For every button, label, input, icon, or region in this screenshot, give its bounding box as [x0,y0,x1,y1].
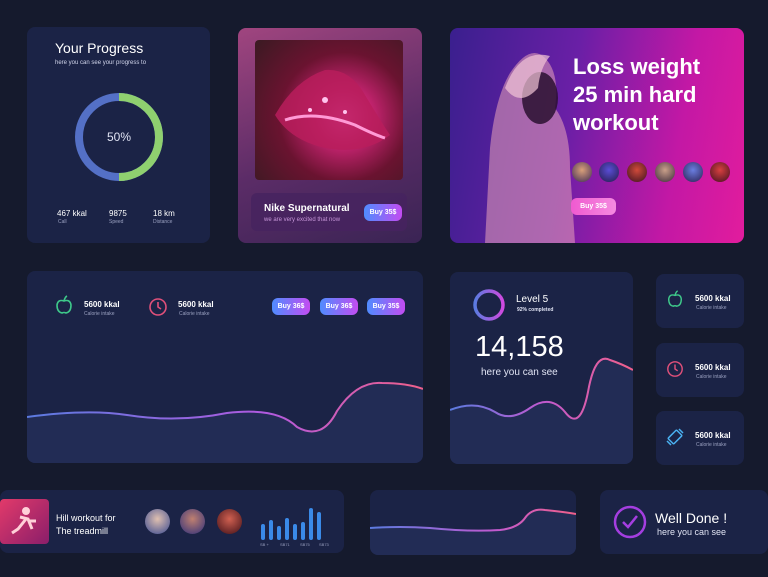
workout-axis-label: SB75 [300,542,310,547]
well-done-title: Well Done ! [655,510,728,526]
stat-calories-value: 467 kkal [57,209,87,218]
stat-calories-label: Call [58,219,67,225]
avatar[interactable] [217,509,242,534]
mini-value: 5600 kkal [695,431,731,440]
mini-value: 5600 kkal [695,294,731,303]
mini-label: Calorie intake [696,305,727,311]
avatar[interactable] [145,509,170,534]
well-done-card: Well Done ! here you can see [600,490,768,554]
mini-label: Calorie intake [696,374,727,380]
wave-card [370,490,576,555]
product-tagline: we are very excited that now [264,217,341,223]
promo-title-line2: 25 min hard [573,82,697,107]
mini-label: Calorie intake [696,442,727,448]
progress-card: Your Progress here you can see your prog… [27,27,210,243]
mini-card-dumbbell[interactable]: 5600 kkal Calorie intake [656,411,744,465]
level-card: Level 5 92% completed 14,158 here you ca… [450,272,633,464]
apple-icon [667,290,683,307]
workout-thumbnail[interactable] [0,499,49,544]
stat-distance-label: Distance [153,219,173,225]
check-circle-icon [613,505,647,539]
stat-distance-value: 18 km [153,209,175,218]
dumbbell-icon [666,428,684,446]
clock-icon [667,361,683,377]
progress-subtitle: here you can see your progress to [55,60,147,66]
workout-axis-label: SB71 [280,542,290,547]
avatar[interactable] [627,162,647,182]
workout-title-line1: Hill workout for [56,513,116,523]
promo-title-line1: Loss weight [573,54,701,79]
workout-axis-label: SB73 [319,542,329,547]
avatar[interactable] [710,162,730,182]
activity-wave-chart [27,381,423,463]
promo-buy-button[interactable]: Buy 35$ [571,198,616,215]
promo-title-line3: workout [573,110,659,135]
activity-card: 5600 kkal Calorie intake 5600 kkal Calor… [27,271,423,463]
avatar[interactable] [572,162,592,182]
mini-card-clock[interactable]: 5600 kkal Calorie intake [656,343,744,397]
workout-bar-chart [261,508,321,540]
well-done-caption: here you can see [657,527,727,537]
avatar[interactable] [180,509,205,534]
progress-percent: 50% [107,130,132,144]
product-card: Nike Supernatural we are very excited th… [238,28,422,243]
workout-card: Hill workout for The treadmill SB + SB71… [0,490,344,553]
promo-card: Loss weight 25 min hard workout Buy 35$ [450,28,744,243]
stat-speed-label: Speed [109,219,124,225]
mini-card-apple[interactable]: 5600 kkal Calorie intake [656,274,744,328]
product-buy-button[interactable]: Buy 35$ [364,204,402,221]
avatar[interactable] [599,162,619,182]
stat-speed-value: 9875 [109,209,127,218]
avatar[interactable] [655,162,675,182]
avatar[interactable] [683,162,703,182]
wave-chart [370,508,576,555]
progress-title: Your Progress [55,40,144,56]
shoe-photo [255,40,403,180]
mini-value: 5600 kkal [695,363,731,372]
workout-axis-label: SB + [260,542,269,547]
product-name: Nike Supernatural [264,203,350,214]
workout-title-line2: The treadmill [56,526,109,536]
level-wave-chart [450,357,633,464]
